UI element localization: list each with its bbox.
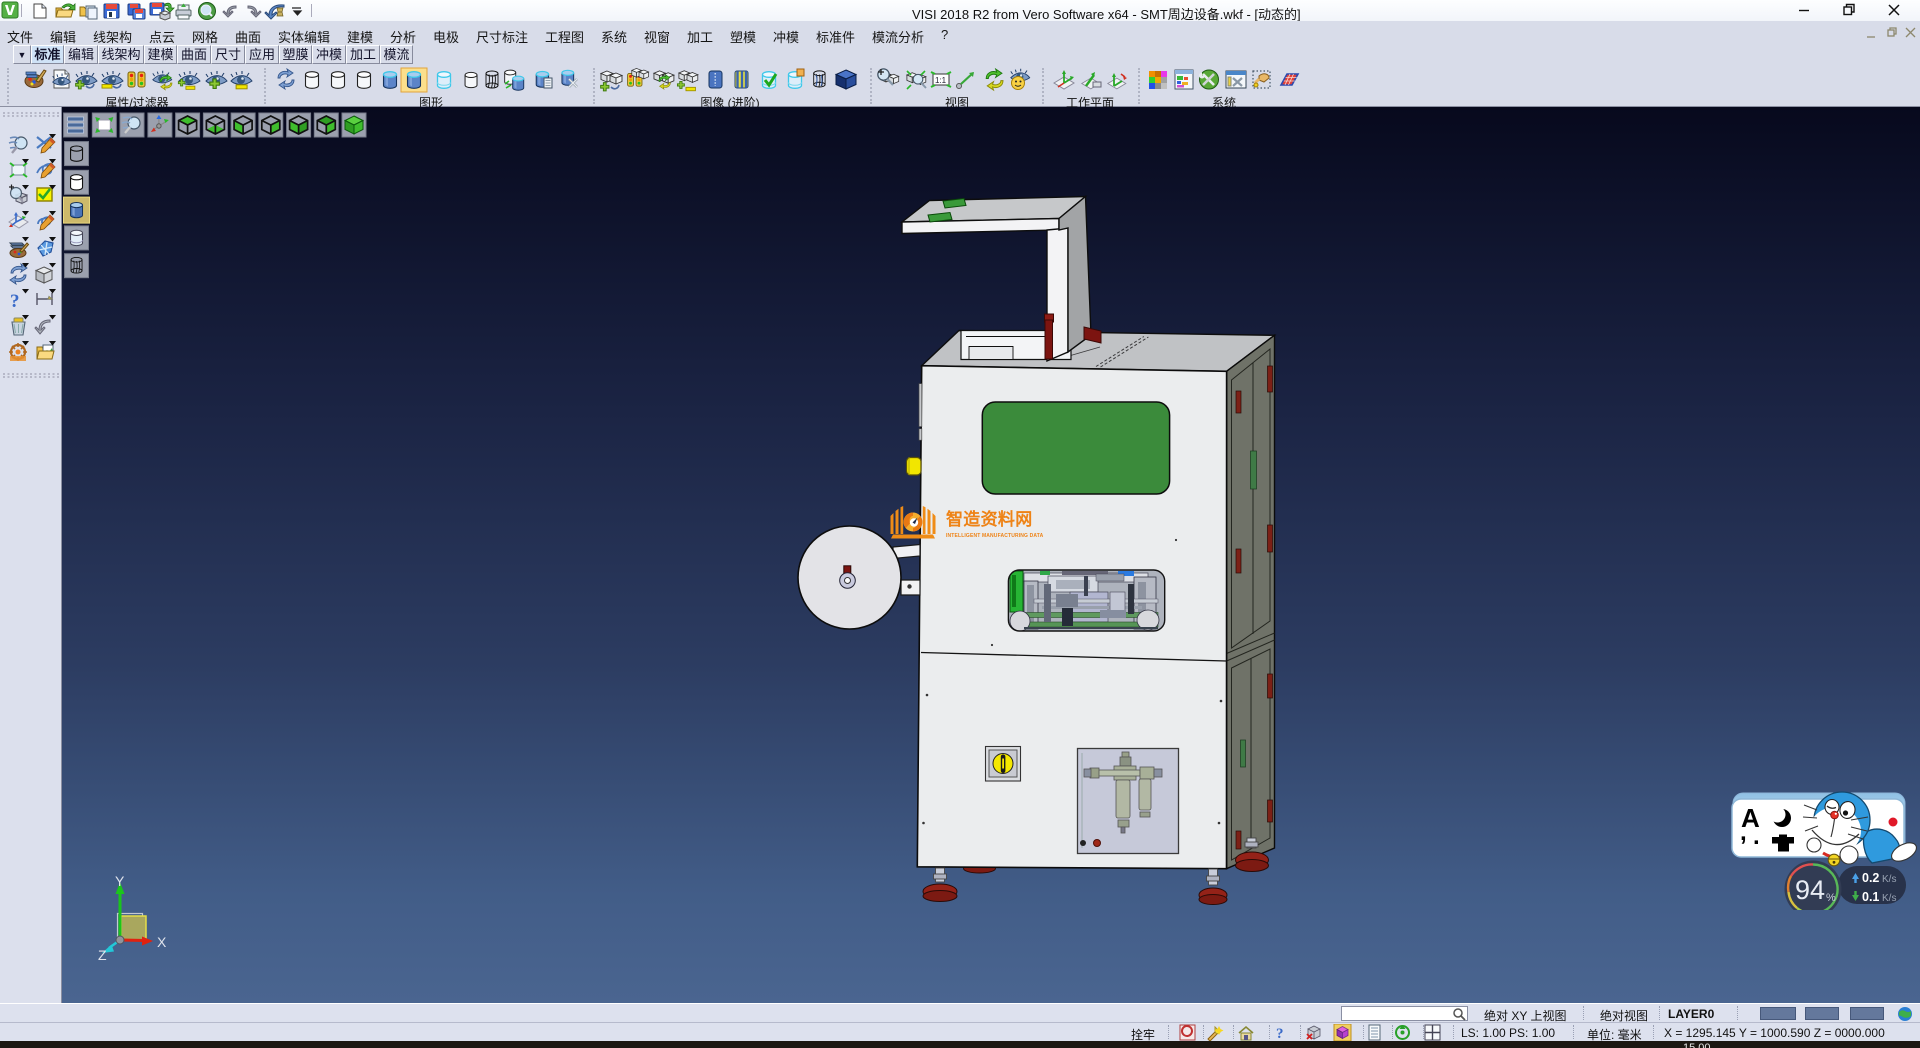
svg-text:?: ? [1276, 1026, 1284, 1042]
svg-text:K/s: K/s [1882, 893, 1896, 904]
svg-text:X: X [157, 934, 167, 950]
svg-text:Y: Y [115, 873, 125, 889]
svg-text:.: . [1753, 823, 1760, 850]
svg-text:0.1: 0.1 [1862, 890, 1879, 904]
svg-text:,: , [1740, 819, 1747, 846]
svg-text:Z: Z [98, 947, 107, 963]
svg-text:0.2: 0.2 [1862, 871, 1879, 885]
svg-text:94: 94 [1795, 875, 1825, 905]
svg-text:%: % [1826, 892, 1836, 904]
svg-text:K/s: K/s [1882, 874, 1896, 885]
